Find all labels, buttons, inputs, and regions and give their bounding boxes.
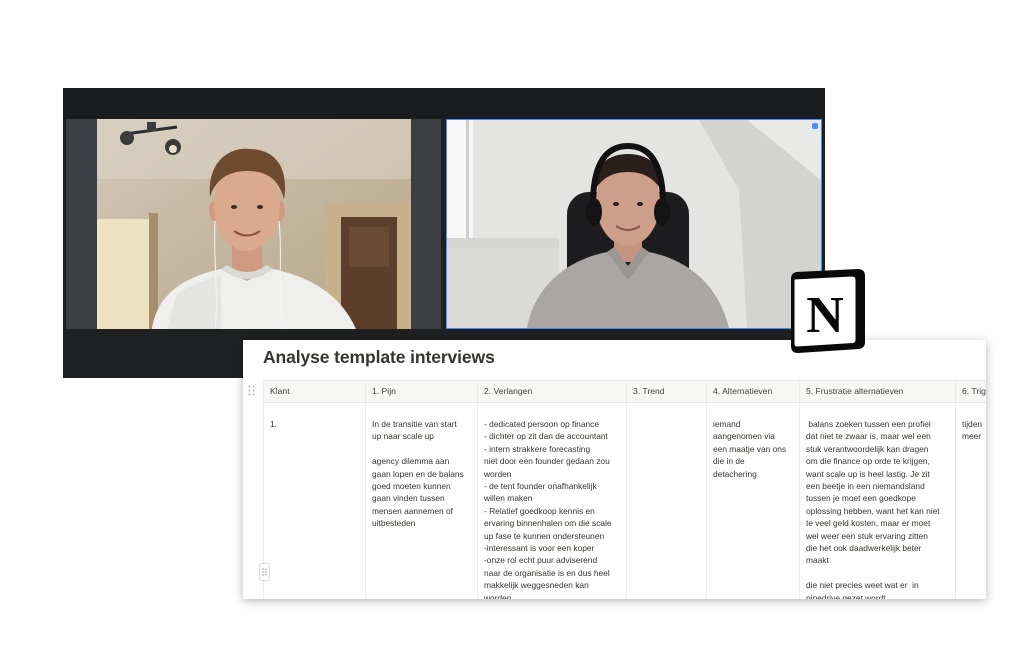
video-call-window: [63, 88, 825, 378]
column-header-verlangen[interactable]: 2. Verlangen: [478, 381, 627, 403]
column-header-frustratie[interactable]: 5. Frustratie alternatieven: [800, 381, 956, 403]
table-cell-alternatieven[interactable]: iemand aangenomen via een maatje van ons…: [707, 403, 800, 599]
drag-handle-icon[interactable]: [248, 385, 255, 396]
notion-logo: N: [782, 268, 868, 354]
notion-logo-letter: N: [806, 287, 844, 344]
doorway-light: [97, 213, 158, 329]
table-cell-trend[interactable]: [627, 403, 707, 599]
table-cell-verlangen[interactable]: - dedicated persoon op finance - dichter…: [478, 403, 627, 599]
video-tile-right: [446, 119, 822, 329]
table-cell-trig[interactable]: tijden meer: [956, 403, 986, 599]
table-cell-frustratie[interactable]: balans zoeken tussen een profiel dat nie…: [800, 403, 956, 599]
screenshot-stage: N Analyse template interviews Klant 1. P…: [0, 0, 1024, 645]
interview-table: Klant 1. Pijn 2. Verlangen 3. Trend 4. A…: [263, 380, 986, 599]
notion-logo-icon: N: [791, 269, 865, 353]
table-cell-klant[interactable]: 1.: [263, 403, 366, 599]
table-cell-pijn[interactable]: In de transitie van start up naar scale …: [366, 403, 478, 599]
call-top-bar: [63, 88, 825, 119]
column-header-pijn[interactable]: 1. Pijn: [366, 381, 478, 403]
page-title[interactable]: Analyse template interviews: [263, 347, 495, 368]
column-header-klant[interactable]: Klant: [263, 381, 366, 403]
right-video-feed: [447, 120, 821, 328]
column-header-trig[interactable]: 6. Trig: [956, 381, 986, 403]
left-video-feed: [97, 119, 411, 329]
video-tile-left: [66, 119, 441, 329]
tile-options-icon[interactable]: [812, 123, 818, 129]
column-header-alternatieven[interactable]: 4. Alternatieven: [707, 381, 800, 403]
notion-page: Analyse template interviews Klant 1. Pij…: [243, 340, 986, 599]
column-header-trend[interactable]: 3. Trend: [627, 381, 707, 403]
row-drag-handle-icon[interactable]: [259, 563, 270, 581]
